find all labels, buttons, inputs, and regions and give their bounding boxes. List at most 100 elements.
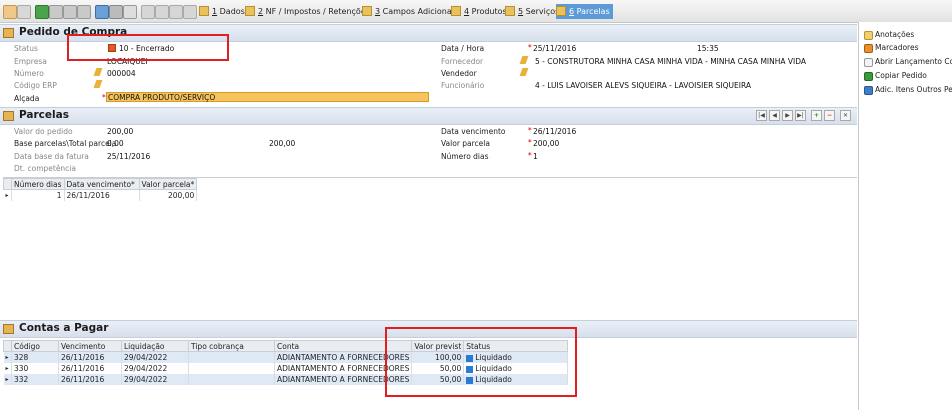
- cell-tipo-cobranca[interactable]: [188, 351, 275, 363]
- funcionario-value: 4 - LUIS LAVOISER ALEVS SIQUEIRA - LAVOI…: [535, 81, 752, 90]
- cell-tipo-cobranca[interactable]: [188, 363, 275, 374]
- delete-icon[interactable]: [49, 5, 63, 19]
- folder-icon: [3, 28, 14, 38]
- cell-valor-parcela[interactable]: 200,00: [139, 189, 198, 201]
- last-record-icon[interactable]: [183, 5, 197, 19]
- cell-numero-dias[interactable]: 1: [11, 189, 65, 201]
- tab-number: 3: [375, 7, 381, 16]
- refresh-icon[interactable]: [95, 5, 109, 19]
- save-icon[interactable]: [63, 5, 77, 19]
- column-header[interactable]: Vencimento: [58, 340, 122, 352]
- funcionario-label: Funcionário: [441, 81, 485, 90]
- total-parcela-value: 200,00: [269, 139, 296, 148]
- table-row[interactable]: ▸ 1 26/11/2016 200,00: [3, 189, 198, 201]
- base-parcelas-label: Base parcelas\Total parcela: [14, 139, 117, 148]
- vendedor-label: Vendedor: [441, 69, 477, 78]
- cell-data-vencimento[interactable]: 26/11/2016: [64, 189, 140, 201]
- new-record-icon[interactable]: [3, 5, 17, 19]
- cell-liquidacao[interactable]: 29/04/2022: [121, 351, 189, 363]
- cell-liquidacao[interactable]: 29/04/2022: [121, 374, 189, 385]
- remove-row-button[interactable]: −: [824, 110, 835, 121]
- edit-pencil-icon[interactable]: [519, 56, 529, 64]
- first-record-icon[interactable]: [141, 5, 155, 19]
- row-pointer-icon: ▸: [3, 351, 12, 363]
- valor-pedido-value: 200,00: [107, 127, 134, 136]
- action-marcadores[interactable]: Marcadores: [864, 43, 919, 53]
- numero-dias-value: 1: [533, 152, 538, 161]
- numero-value: 000004: [107, 69, 136, 78]
- add-row-button[interactable]: +: [811, 110, 822, 121]
- cell-codigo[interactable]: 330: [11, 363, 59, 374]
- cell-codigo[interactable]: 332: [11, 374, 59, 385]
- tab-icon: [362, 6, 372, 16]
- data-base-label: Data base da fatura: [14, 152, 89, 161]
- action-anotacoes[interactable]: Anotações: [864, 30, 914, 40]
- tab-icon: [199, 6, 209, 16]
- column-header[interactable]: Data vencimento*: [63, 178, 140, 190]
- fornecedor-label: Fornecedor: [441, 57, 484, 66]
- cell-tipo-cobranca[interactable]: [188, 374, 275, 385]
- cancel-row-button[interactable]: ✕: [840, 110, 851, 121]
- cell-vencimento[interactable]: 26/11/2016: [58, 363, 122, 374]
- column-header[interactable]: Valor parcela*: [138, 178, 198, 190]
- next-page-button[interactable]: ▶: [782, 110, 793, 121]
- row-selector-header: [3, 340, 12, 352]
- required-marker: *: [528, 138, 532, 147]
- data-value: 25/11/2016: [533, 44, 577, 53]
- edit-pencil-icon[interactable]: [519, 68, 529, 76]
- alcada-label: Alçada: [14, 94, 40, 103]
- prev-page-button[interactable]: ◀: [769, 110, 780, 121]
- valor-status-highlight-box: [385, 327, 577, 397]
- action-abrir-lancamento[interactable]: Abrir Lançamento Cont: [864, 57, 952, 67]
- data-hora-label: Data / Hora: [441, 44, 485, 53]
- column-header[interactable]: Número dias: [11, 178, 65, 190]
- cell-liquidacao[interactable]: 29/04/2022: [121, 363, 189, 374]
- action-adic-itens[interactable]: Adic. Itens Outros Ped: [864, 85, 952, 95]
- open-record-icon[interactable]: [17, 5, 31, 19]
- add-items-icon: [864, 86, 873, 95]
- search-icon[interactable]: [123, 5, 137, 19]
- action-label: Abrir Lançamento Cont: [875, 57, 952, 66]
- cell-vencimento[interactable]: 26/11/2016: [58, 351, 122, 363]
- last-page-button[interactable]: ▶|: [795, 110, 806, 121]
- data-base-value: 25/11/2016: [107, 152, 151, 161]
- column-header[interactable]: Liquidação: [121, 340, 189, 352]
- edit-pencil-icon[interactable]: [93, 80, 103, 88]
- cell-codigo[interactable]: 328: [11, 351, 59, 363]
- document-icon: [864, 58, 873, 67]
- tab-label: NF / Impostos / Retenções: [265, 7, 370, 16]
- tab-icon: [451, 6, 461, 16]
- cell-vencimento[interactable]: 26/11/2016: [58, 374, 122, 385]
- column-header[interactable]: Tipo cobrança: [188, 340, 275, 352]
- edit-pencil-icon[interactable]: [93, 68, 103, 76]
- first-page-button[interactable]: |◀: [756, 110, 767, 121]
- folder-icon: [3, 324, 14, 334]
- tab-dados[interactable]: 1 Dados: [199, 4, 245, 19]
- action-label: Adic. Itens Outros Ped: [875, 85, 952, 94]
- tab-campos-adicionais[interactable]: 3 Campos Adicionais: [362, 4, 458, 19]
- cancel-icon[interactable]: [77, 5, 91, 19]
- next-record-icon[interactable]: [169, 5, 183, 19]
- tab-servicos[interactable]: 5 Serviços: [505, 4, 559, 19]
- data-vencimento-label: Data vencimento: [441, 127, 506, 136]
- tab-label: Produtos: [471, 7, 507, 16]
- action-copiar-pedido[interactable]: Copiar Pedido: [864, 71, 927, 81]
- column-header[interactable]: Código: [11, 340, 59, 352]
- tab-parcelas[interactable]: 6 Parcelas: [556, 4, 613, 19]
- status-label: Status: [14, 44, 38, 53]
- base-parcelas-value: 0,00: [107, 139, 124, 148]
- tag-icon: [864, 44, 873, 53]
- tab-produtos[interactable]: 4 Produtos: [451, 4, 507, 19]
- tab-number: 5: [518, 7, 524, 16]
- parcelas-section-header: Parcelas |◀ ◀ ▶ ▶| + − ✕: [0, 107, 857, 125]
- alcada-field[interactable]: COMPRA PRODUTO/SERVIÇO: [106, 92, 429, 102]
- valor-pedido-label: Valor do pedido: [14, 127, 73, 136]
- row-pointer-icon: ▸: [3, 374, 12, 385]
- add-icon[interactable]: [35, 5, 49, 19]
- required-marker: *: [528, 126, 532, 135]
- alcada-value: COMPRA PRODUTO/SERVIÇO: [108, 93, 216, 102]
- print-icon[interactable]: [109, 5, 123, 19]
- tab-nf-impostos[interactable]: 2 NF / Impostos / Retenções: [245, 4, 370, 19]
- prev-record-icon[interactable]: [155, 5, 169, 19]
- fornecedor-value: 5 - CONSTRUTORA MINHA CASA MINHA VIDA - …: [535, 57, 807, 66]
